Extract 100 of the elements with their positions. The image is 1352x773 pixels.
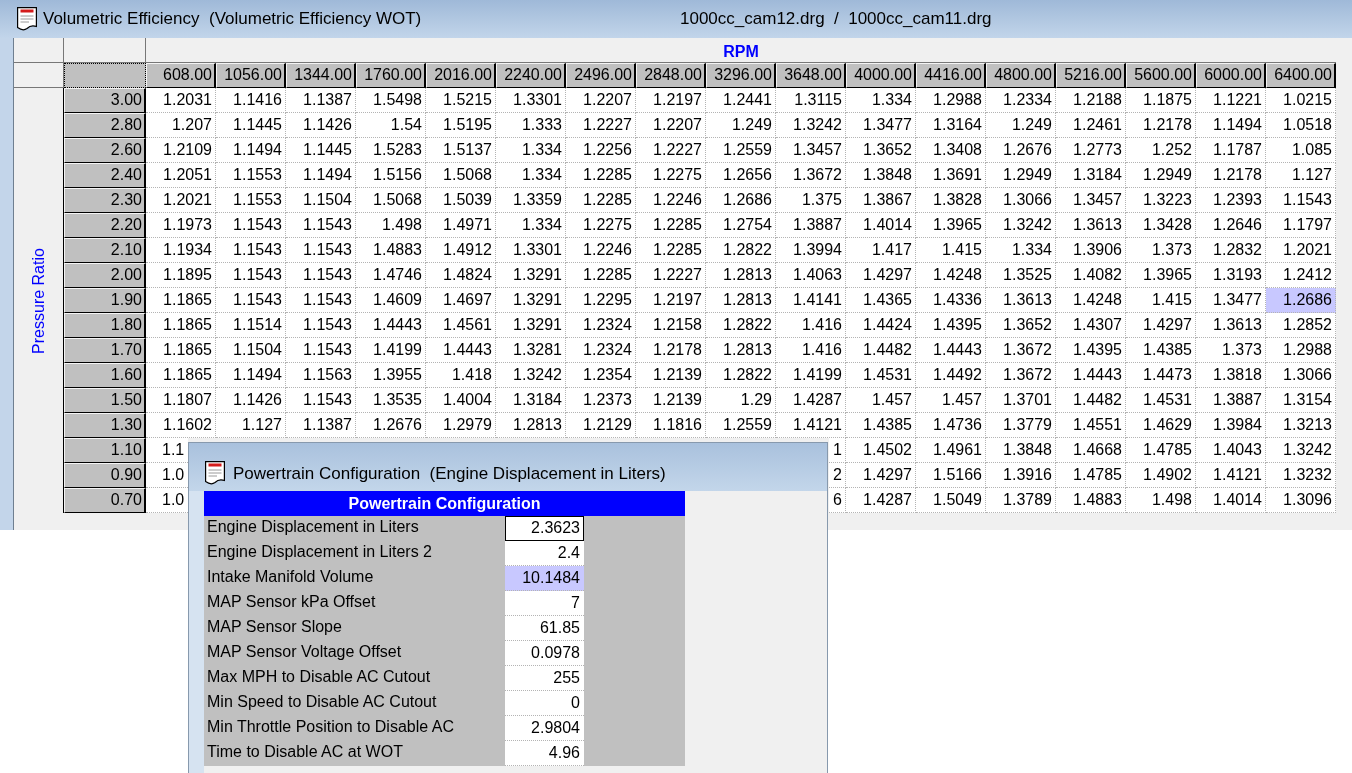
table-cell: 1.3848 <box>986 438 1056 463</box>
table-cell: 1.4395 <box>916 313 986 338</box>
table-cell: 1.2207 <box>566 88 636 113</box>
table-cell: 1.3232 <box>1266 463 1336 488</box>
column-header: 5600.00 <box>1126 63 1196 88</box>
table-cell: 1.3291 <box>496 263 566 288</box>
table-cell: 1.2813 <box>496 413 566 438</box>
field-label: MAP Sensor kPa Offset <box>206 592 377 612</box>
column-header: 6000.00 <box>1196 63 1266 88</box>
table-cell: 1.417 <box>846 238 916 263</box>
table-cell: 1.3457 <box>776 138 846 163</box>
table-cell: 1.2559 <box>706 138 776 163</box>
row-header: 1.50 <box>64 388 146 413</box>
table-cell: 1.2285 <box>636 213 706 238</box>
table-cell: 1.4492 <box>916 363 986 388</box>
table-cell: 1.333 <box>496 113 566 138</box>
corner-header-cell[interactable] <box>64 63 146 88</box>
table-cell: 1.3652 <box>846 138 916 163</box>
table-cell: 1.0215 <box>1266 88 1336 113</box>
column-header: 6400.00 <box>1266 63 1336 88</box>
table-cell: 1.4971 <box>426 213 496 238</box>
table-cell: 1.3701 <box>986 388 1056 413</box>
table-cell: 1.2246 <box>566 238 636 263</box>
table-cell: 1.1543 <box>286 338 356 363</box>
table-cell: 1.1543 <box>216 263 286 288</box>
table-cell: 1.4502 <box>846 438 916 463</box>
table-cell: 1.2021 <box>146 188 216 213</box>
table-cell: 1.5283 <box>356 138 426 163</box>
value-field[interactable]: 0 <box>505 691 584 716</box>
value-field[interactable]: 2.3623 <box>505 516 584 541</box>
table-cell: 1.2988 <box>916 88 986 113</box>
table-cell: 1.1543 <box>1266 188 1336 213</box>
table-cell: 1.2813 <box>706 288 776 313</box>
table-cell: 1.3066 <box>1266 363 1336 388</box>
table-cell: 1.498 <box>356 213 426 238</box>
table-cell: 1.3994 <box>776 238 846 263</box>
table-cell: 1.1865 <box>146 338 216 363</box>
table-cell: 1.2949 <box>1126 163 1196 188</box>
row-header: 2.10 <box>64 238 146 263</box>
table-cell: 1.5039 <box>426 188 496 213</box>
document-icon <box>17 7 37 31</box>
table-cell: 1.2178 <box>1196 163 1266 188</box>
table-cell: 1.4004 <box>426 388 496 413</box>
table-cell: 1.4736 <box>916 413 986 438</box>
table-cell: 1.4561 <box>426 313 496 338</box>
file-names: 1000cc_cam12.drg / 1000cc_cam11.drg <box>680 8 993 30</box>
table-cell: 1.2139 <box>636 388 706 413</box>
value-field[interactable]: 61.85 <box>505 616 584 641</box>
table-cell: 1.418 <box>426 363 496 388</box>
table-cell: 1.3457 <box>1056 188 1126 213</box>
table-cell: 1.3672 <box>986 363 1056 388</box>
table-cell: 1.2646 <box>1196 213 1266 238</box>
table-cell: 1.2441 <box>706 88 776 113</box>
table-cell: 1.416 <box>776 338 846 363</box>
table-cell: 1.1895 <box>146 263 216 288</box>
field-label: Min Throttle Position to Disable AC <box>206 717 455 737</box>
table-cell: 1.4902 <box>1126 463 1196 488</box>
value-field[interactable]: 2.4 <box>505 541 584 566</box>
table-cell: 1.4082 <box>1056 263 1126 288</box>
value-field[interactable]: 10.1484 <box>505 566 584 591</box>
table-cell: 1.3691 <box>916 163 986 188</box>
table-cell: 1.3828 <box>916 188 986 213</box>
table-cell: 1.4307 <box>1056 313 1126 338</box>
table-cell: 1.3535 <box>356 388 426 413</box>
table-cell: 1.1416 <box>216 88 286 113</box>
table-cell: 1.457 <box>916 388 986 413</box>
table-cell: 1.3525 <box>986 263 1056 288</box>
table-cell: 1.4482 <box>846 338 916 363</box>
column-header: 608.00 <box>146 63 216 88</box>
table-cell: 1.2197 <box>636 288 706 313</box>
value-field[interactable]: 2.9804 <box>505 716 584 741</box>
table-cell: 1.2295 <box>566 288 636 313</box>
table-cell: 1.334 <box>496 213 566 238</box>
table-cell: 1.1865 <box>146 313 216 338</box>
axis-label: Pressure Ratio <box>29 247 48 354</box>
table-cell: 1.4014 <box>846 213 916 238</box>
value-field[interactable]: 255 <box>505 666 584 691</box>
value-field[interactable]: 7 <box>505 591 584 616</box>
table-cell: 1.1504 <box>286 188 356 213</box>
table-cell: 1.2373 <box>566 388 636 413</box>
table-cell: 1.5195 <box>426 113 496 138</box>
table-cell: 1.3184 <box>1056 163 1126 188</box>
table-cell: 1.3164 <box>916 113 986 138</box>
table-cell: 1.4482 <box>1056 388 1126 413</box>
table-cell: 1.373 <box>1196 338 1266 363</box>
value-field[interactable]: 0.0978 <box>505 641 584 666</box>
table-cell: 1.4473 <box>1126 363 1196 388</box>
table-cell: 1.2461 <box>1056 113 1126 138</box>
table-cell: 1.3818 <box>1196 363 1266 388</box>
table-cell: 1.3359 <box>496 188 566 213</box>
document-icon <box>205 461 225 485</box>
column-header: 2016.00 <box>426 63 496 88</box>
table-cell: 1.1543 <box>216 238 286 263</box>
table-cell: 1.3916 <box>986 463 1056 488</box>
table-cell: 1.3906 <box>1056 238 1126 263</box>
value-field[interactable]: 4.96 <box>505 741 584 766</box>
table-cell: 1.2686 <box>1266 288 1336 313</box>
table-cell: 1.2988 <box>1266 338 1336 363</box>
table-cell: 1.2773 <box>1056 138 1126 163</box>
table-cell: 1.5166 <box>916 463 986 488</box>
